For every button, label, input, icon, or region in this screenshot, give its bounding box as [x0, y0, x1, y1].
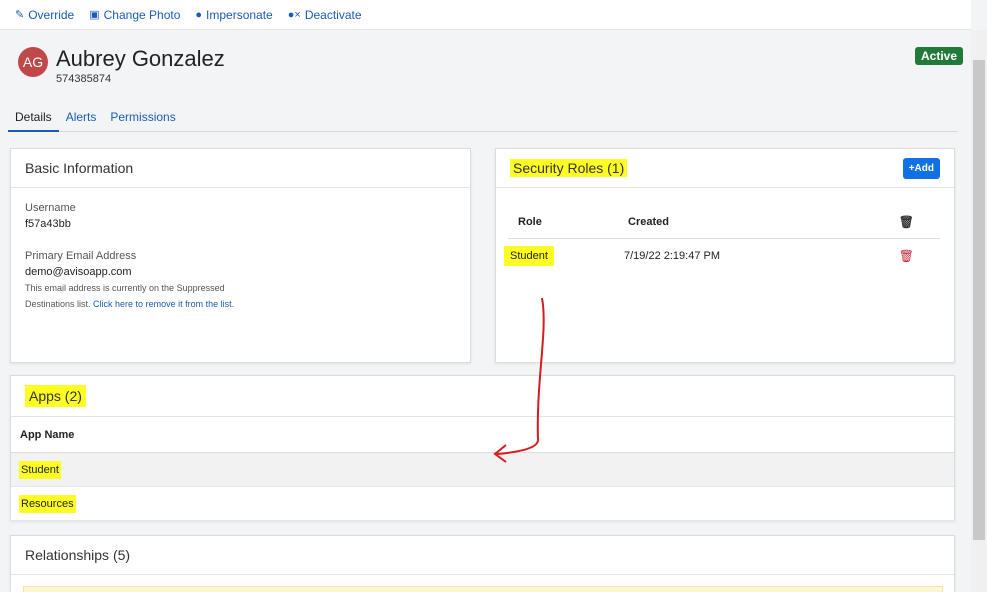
relationships-card: Relationships (5)	[10, 535, 955, 592]
role-name: Student	[504, 246, 554, 266]
tab-permissions[interactable]: Permissions	[103, 107, 182, 132]
trash-icon[interactable]: 🗑	[899, 215, 914, 229]
col-role: Role	[518, 215, 542, 228]
override-label: Override	[28, 7, 75, 22]
scrollbar-thumb[interactable]	[973, 60, 985, 540]
list-item[interactable]: Resources	[11, 487, 954, 521]
tab-details[interactable]: Details	[8, 107, 59, 132]
apps-card: Apps (2) App Name Student Resources	[10, 375, 955, 521]
email-value: demo@avisoapp.com	[25, 266, 132, 278]
suppression-note: This email address is currently on the S…	[25, 280, 235, 312]
relationships-title: Relationships (5)	[11, 536, 954, 575]
security-roles-card: Security Roles (1) +Add Role Created 🗑 S…	[495, 148, 955, 363]
delete-role-icon[interactable]: 🗑	[899, 249, 914, 263]
email-label: Primary Email Address	[25, 250, 137, 262]
apps-title: Apps (2)	[25, 385, 86, 407]
app-name: Resources	[19, 495, 76, 513]
deactivate-label: Deactivate	[304, 7, 362, 22]
apps-column-header: App Name	[11, 417, 954, 453]
roles-table-header: Role Created 🗑	[508, 205, 940, 239]
add-role-button[interactable]: +Add	[902, 158, 940, 179]
override-button[interactable]: ✎ Override	[15, 8, 74, 22]
list-item[interactable]: Student	[11, 453, 954, 487]
add-role-label: Add	[914, 163, 934, 174]
warning-banner	[23, 586, 943, 592]
apps-header: Apps (2)	[11, 376, 954, 417]
user-name: Aubrey Gonzalez	[56, 46, 225, 71]
action-toolbar: ✎ Override ▣ Change Photo ● Impersonate …	[0, 0, 971, 30]
app-name: Student	[19, 461, 61, 479]
username-label: Username	[25, 202, 76, 214]
status-badge: Active	[915, 47, 964, 65]
avatar: AG	[18, 47, 48, 77]
impersonate-label: Impersonate	[206, 7, 273, 22]
security-roles-header: Security Roles (1) +Add	[496, 149, 954, 188]
security-roles-title: Security Roles (1)	[510, 159, 628, 177]
tab-alerts[interactable]: Alerts	[59, 107, 104, 132]
basic-information-card: Basic Information Username f57a43bb Prim…	[10, 148, 471, 363]
impersonate-button[interactable]: ● Impersonate	[195, 8, 272, 22]
user-icon: ●	[195, 8, 203, 21]
roles-table: Role Created 🗑 Student 7/19/22 2:19:47 P…	[504, 205, 940, 273]
user-header: AG Aubrey Gonzalez 574385874	[18, 46, 225, 85]
page-scrollbar[interactable]	[971, 30, 987, 592]
username-value: f57a43bb	[25, 218, 71, 230]
remove-suppression-link[interactable]: Click here to remove it from the list.	[93, 299, 234, 309]
table-row: Student 7/19/22 2:19:47 PM 🗑	[504, 239, 940, 273]
tab-bar: Details Alerts Permissions	[8, 107, 958, 132]
pencil-icon: ✎	[15, 9, 25, 21]
col-created: Created	[628, 215, 669, 228]
change-photo-button[interactable]: ▣ Change Photo	[89, 8, 180, 22]
change-photo-label: Change Photo	[103, 7, 181, 22]
user-id: 574385874	[56, 73, 112, 85]
role-cell: Student	[504, 246, 624, 266]
created-cell: 7/19/22 2:19:47 PM	[624, 250, 721, 262]
photo-icon: ▣	[89, 9, 100, 21]
basic-information-title: Basic Information	[11, 149, 470, 188]
user-remove-icon: ●×	[287, 8, 301, 21]
deactivate-button[interactable]: ●× Deactivate	[288, 8, 362, 22]
